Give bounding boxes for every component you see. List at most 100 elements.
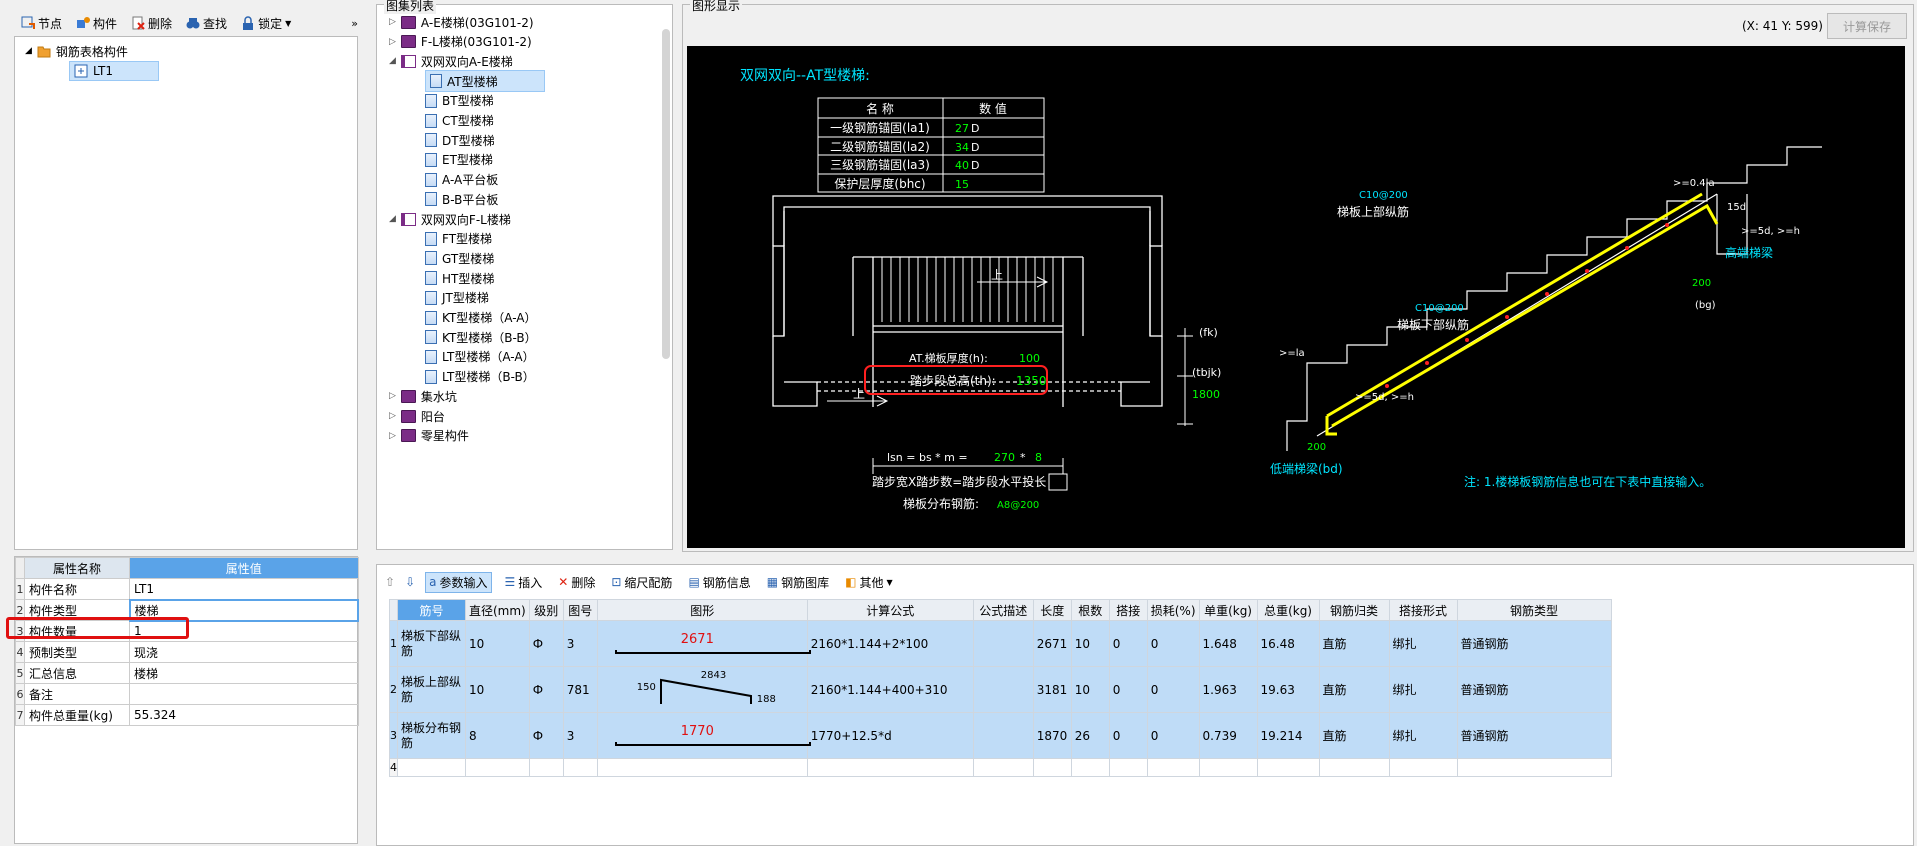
- grid-column-header[interactable]: 长度: [1032, 599, 1072, 621]
- grid-cell-fig[interactable]: [562, 758, 598, 777]
- atlas-item[interactable]: BT型楼梯: [425, 90, 494, 112]
- grid-column-header[interactable]: 图号: [562, 599, 598, 621]
- grid-cell-lapform[interactable]: [1388, 758, 1458, 777]
- dist-value[interactable]: A8@200: [997, 500, 1039, 511]
- grid-cell-shape[interactable]: 150 2843 188: [596, 666, 808, 713]
- grid-cell-len[interactable]: 1870: [1032, 712, 1072, 759]
- atlas-item[interactable]: ▷ 零星构件: [389, 425, 469, 447]
- insert-button[interactable]: ☰ 插入: [502, 573, 546, 592]
- grid-cell-type[interactable]: 普通钢筋: [1456, 666, 1612, 713]
- grid-cell-type[interactable]: 普通钢筋: [1456, 712, 1612, 759]
- grid-cell-len[interactable]: 3181: [1032, 666, 1072, 713]
- grid-column-header[interactable]: 钢筋归类: [1318, 599, 1390, 621]
- prop-value[interactable]: LT1: [129, 578, 359, 600]
- expand-icon[interactable]: ▷: [389, 431, 396, 441]
- grid-cell-formula[interactable]: [806, 758, 974, 777]
- prop-value[interactable]: 楼梯: [129, 662, 359, 684]
- grid-cell-dia[interactable]: 10: [465, 620, 530, 667]
- atlas-item[interactable]: ◢ 双网双向F-L楼梯: [389, 208, 511, 230]
- grid-cell-formula[interactable]: 2160*1.144+400+310: [806, 666, 974, 713]
- grid-cell-type[interactable]: [1456, 758, 1612, 777]
- grid-column-header[interactable]: 公式描述: [972, 599, 1034, 621]
- grid-column-header[interactable]: 筋号: [397, 599, 466, 621]
- grid-cell-lapform[interactable]: 绑扎: [1388, 620, 1458, 667]
- grid-cell-unit[interactable]: 1.648: [1198, 620, 1258, 667]
- atlas-item[interactable]: KT型楼梯（B-B）: [425, 326, 537, 348]
- table-row-value[interactable]: 40: [955, 159, 969, 172]
- grid-cell-desc[interactable]: [972, 620, 1034, 667]
- grid-cell-name[interactable]: 梯板下部纵筋: [397, 620, 466, 667]
- tbjk-value[interactable]: 1800: [1192, 388, 1220, 401]
- table-row[interactable]: 1 梯板下部纵筋 10 Ф 3 2671 2160*1.144+2*100 2671 10 0 0 1…: [389, 620, 1612, 667]
- grid-cell-lap[interactable]: 0: [1108, 666, 1148, 713]
- bottom-rebar-spec[interactable]: C10@200: [1415, 303, 1464, 314]
- grid-cell-fig[interactable]: 3: [562, 712, 598, 759]
- grid-cell-dia[interactable]: 8: [465, 712, 530, 759]
- atlas-item[interactable]: ▷ F-L楼梯(03G101-2): [389, 31, 532, 53]
- grid-cell-total[interactable]: 19.214: [1256, 712, 1320, 759]
- grid-cell-unit[interactable]: [1198, 758, 1258, 777]
- expand-triangle-icon[interactable]: ◢: [25, 46, 32, 56]
- grid-cell-name[interactable]: [397, 758, 466, 777]
- atlas-item[interactable]: FT型楼梯: [425, 228, 492, 250]
- atlas-item[interactable]: LT型楼梯（B-B）: [425, 366, 535, 388]
- atlas-item[interactable]: ET型楼梯: [425, 149, 493, 171]
- grid-cell-count[interactable]: 10: [1070, 666, 1110, 713]
- rebar-info-button[interactable]: ▤ 钢筋信息: [685, 573, 753, 592]
- grid-cell-total[interactable]: [1256, 758, 1320, 777]
- grid-cell-unit[interactable]: 1.963: [1198, 666, 1258, 713]
- expand-icon[interactable]: ▷: [389, 37, 396, 47]
- grid-cell-formula[interactable]: 1770+12.5*d: [806, 712, 974, 759]
- grid-cell-total[interactable]: 19.63: [1256, 666, 1320, 713]
- grid-cell-shape[interactable]: 2671: [596, 620, 811, 667]
- collapse-panel-icon[interactable]: »: [351, 17, 358, 30]
- lsn-bs-value[interactable]: 270: [994, 451, 1015, 464]
- grid-cell-grade[interactable]: Ф: [528, 620, 564, 667]
- other-button[interactable]: ◧ 其他 ▼: [842, 573, 896, 592]
- grid-column-header[interactable]: 图形: [596, 599, 808, 621]
- table-row[interactable]: 2 梯板上部纵筋 10 Ф 781 150 2843 188 2160*1.144+400+31…: [389, 666, 1612, 713]
- grid-cell-loss[interactable]: [1146, 758, 1200, 777]
- grid-cell-cat[interactable]: 直筋: [1318, 712, 1390, 759]
- row-number[interactable]: 4: [389, 758, 398, 777]
- grid-cell-count[interactable]: [1070, 758, 1110, 777]
- low-beam-width[interactable]: 200: [1307, 442, 1326, 453]
- grid-cell-desc[interactable]: [972, 712, 1034, 759]
- thickness-value[interactable]: 100: [1019, 352, 1040, 365]
- atlas-item[interactable]: AT型楼梯: [425, 70, 545, 93]
- grid-column-header[interactable]: 级别: [528, 599, 564, 621]
- row-number[interactable]: 1: [389, 620, 398, 667]
- tree-root[interactable]: ◢ 钢筋表格构件: [25, 41, 128, 61]
- expand-icon[interactable]: ▷: [389, 411, 396, 421]
- drawing-canvas[interactable]: 双网双向--AT型楼梯: 名 称 数 值 一级钢筋锚固(la1) 二级钢筋锚固(…: [687, 46, 1905, 548]
- collapse-icon[interactable]: ◢: [389, 214, 396, 224]
- grid-cell-count[interactable]: 10: [1070, 620, 1110, 667]
- grid-cell-shape[interactable]: 1770: [596, 712, 811, 759]
- atlas-item[interactable]: HT型楼梯: [425, 267, 494, 289]
- prop-value[interactable]: 现浇: [129, 641, 359, 663]
- grid-cell-dia[interactable]: 10: [465, 666, 530, 713]
- grid-cell-formula[interactable]: 2160*1.144+2*100: [806, 620, 974, 667]
- grid-cell-total[interactable]: 16.48: [1256, 620, 1320, 667]
- move-up-icon[interactable]: ⇧: [385, 575, 395, 589]
- row-number[interactable]: 3: [389, 712, 398, 759]
- table-row-value[interactable]: 27: [955, 122, 969, 135]
- row-number[interactable]: 2: [389, 666, 398, 713]
- atlas-item[interactable]: CT型楼梯: [425, 110, 494, 132]
- grid-cell-cat[interactable]: 直筋: [1318, 666, 1390, 713]
- scale-button[interactable]: ⊡ 缩尺配筋: [608, 573, 675, 592]
- atlas-item[interactable]: B-B平台板: [425, 188, 498, 210]
- grid-cell-grade[interactable]: Ф: [528, 666, 564, 713]
- high-beam-width[interactable]: 200: [1692, 278, 1711, 289]
- prop-value[interactable]: 55.324: [129, 704, 359, 726]
- grid-cell-grade[interactable]: Ф: [528, 712, 564, 759]
- grid-column-header[interactable]: 根数: [1070, 599, 1110, 621]
- grid-cell-grade[interactable]: [528, 758, 564, 777]
- grid-column-header[interactable]: 总重(kg): [1256, 599, 1320, 621]
- grid-cell-lap[interactable]: 0: [1108, 712, 1148, 759]
- rebar-lib-button[interactable]: ▦ 钢筋图库: [764, 573, 832, 592]
- table-row[interactable]: 3 梯板分布钢筋 8 Ф 3 1770 1770+12.5*d 1870 26 0 0 0.739 19…: [389, 712, 1612, 759]
- grid-column-header[interactable]: 钢筋类型: [1456, 599, 1612, 621]
- grid-cell-fig[interactable]: 781: [562, 666, 598, 713]
- grid-cell-count[interactable]: 26: [1070, 712, 1110, 759]
